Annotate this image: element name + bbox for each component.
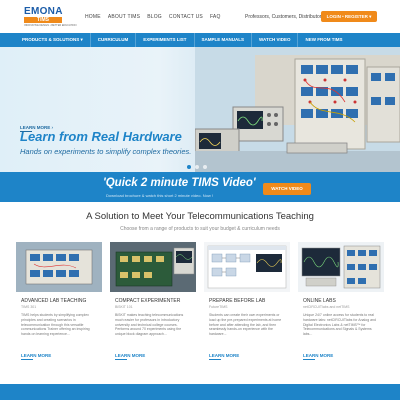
card-title: ONLINE LABS (303, 298, 336, 304)
login-register-button[interactable]: LOGIN • REGISTER ▾ (321, 11, 377, 22)
card-subtitle: FutureTIMS (209, 305, 228, 309)
footer-band (0, 384, 400, 400)
product-card: ONLINE LABS netCIRCUITlabs and netTIMS U… (298, 242, 384, 372)
video-banner: 'Quick 2 minute TIMS Video' Download bro… (0, 172, 400, 202)
card-learn-more-underline (115, 359, 127, 360)
product-card: COMPACT EXPERIMENTER BiSKIT 101 BiSKIT m… (110, 242, 196, 372)
compact-experimenter-image[interactable] (110, 242, 196, 292)
prepare-before-lab-image[interactable] (204, 242, 290, 292)
logo-text: EMONA (24, 6, 63, 17)
lab-equipment-image (195, 47, 400, 172)
topnav-contact[interactable]: CONTACT US (169, 14, 203, 20)
slider-dot[interactable] (195, 165, 199, 169)
online-labs-image[interactable] (298, 242, 384, 292)
product-card: ADVANCED LAB TEACHING TIMS 301 TIMS help… (16, 242, 102, 372)
card-body: Unique 24/7 online access for students t… (303, 313, 376, 337)
card-subtitle: TIMS 301 (21, 305, 37, 309)
nav-experiments-list[interactable]: EXPERIMENTS LIST (136, 33, 195, 47)
hero-banner: Learn from Real Hardware Hands on experi… (0, 47, 400, 172)
logo-tagline: INNOVATIVE DESIGN • BETTER EDUCATION (24, 24, 77, 27)
card-learn-more-underline (209, 359, 221, 360)
advanced-lab-image[interactable] (16, 242, 102, 292)
card-learn-more-underline (303, 359, 315, 360)
top-nav: HOME ABOUT TIMS BLOG CONTACT US FAQ (85, 14, 221, 20)
nav-new-from-tims[interactable]: NEW FROM TIMS (298, 33, 349, 47)
slider-dot[interactable] (187, 165, 191, 169)
card-learn-more-link[interactable]: LEARN MORE (303, 353, 333, 358)
hero-learn-more-link[interactable]: LEARN MORE › (20, 125, 53, 130)
nav-curriculum[interactable]: CURRICULUM (91, 33, 137, 47)
watch-video-button[interactable]: WATCH VIDEO (263, 183, 311, 195)
product-cards: ADVANCED LAB TEACHING TIMS 301 TIMS help… (16, 242, 384, 382)
video-subtitle[interactable]: Download brochure & watch this short 2 m… (106, 193, 213, 198)
topnav-faq[interactable]: FAQ (210, 14, 221, 20)
nav-sample-manuals[interactable]: SAMPLE MANUALS (195, 33, 253, 47)
slider-dot[interactable] (203, 165, 207, 169)
card-body: BiSKIT makes teaching telecommunications… (115, 313, 184, 337)
card-learn-more-link[interactable]: LEARN MORE (115, 353, 145, 358)
main-nav: PRODUCTS & SOLUTIONS ▾ CURRICULUM EXPERI… (0, 33, 400, 47)
nav-products-solutions[interactable]: PRODUCTS & SOLUTIONS ▾ (22, 33, 91, 47)
card-title: PREPARE BEFORE LAB (209, 298, 266, 304)
video-title: 'Quick 2 minute TIMS Video' (103, 177, 256, 189)
site-header: EMONA TIMS INNOVATIVE DESIGN • BETTER ED… (0, 0, 400, 33)
topnav-home[interactable]: HOME (85, 14, 101, 20)
emona-logo[interactable]: EMONA TIMS INNOVATIVE DESIGN • BETTER ED… (24, 6, 76, 30)
card-body: TIMS helps students by simplifying compl… (21, 313, 90, 337)
nav-watch-video[interactable]: WATCH VIDEO (252, 33, 299, 47)
audience-dropdown[interactable]: Professors, Customers, Distributors ▾ (245, 14, 328, 20)
topnav-about[interactable]: ABOUT TIMS (108, 14, 140, 20)
card-title: COMPACT EXPERIMENTER (115, 298, 181, 304)
card-body: Students can create their own experiment… (209, 313, 282, 337)
card-learn-more-link[interactable]: LEARN MORE (21, 353, 51, 358)
card-learn-more-underline (21, 359, 33, 360)
topnav-blog[interactable]: BLOG (147, 14, 162, 20)
hero-title: Learn from Real Hardware (20, 129, 182, 144)
page: EMONA TIMS INNOVATIVE DESIGN • BETTER ED… (0, 0, 400, 400)
product-card: PREPARE BEFORE LAB FutureTIMS Students c… (204, 242, 290, 372)
hero-learn-more-underline (20, 131, 32, 132)
card-subtitle: BiSKIT 101 (115, 305, 133, 309)
card-learn-more-link[interactable]: LEARN MORE (209, 353, 239, 358)
section-subtitle: Choose from a range of products to suit … (120, 226, 280, 232)
card-title: ADVANCED LAB TEACHING (21, 298, 87, 304)
section-title: A Solution to Meet Your Telecommunicatio… (86, 211, 314, 222)
hero-subtitle: Hands on experiments to simplify complex… (20, 147, 192, 156)
card-subtitle: netCIRCUITlabs and netTIMS (303, 305, 350, 309)
slider-dots (187, 165, 207, 169)
logo-bar: TIMS (24, 17, 62, 23)
